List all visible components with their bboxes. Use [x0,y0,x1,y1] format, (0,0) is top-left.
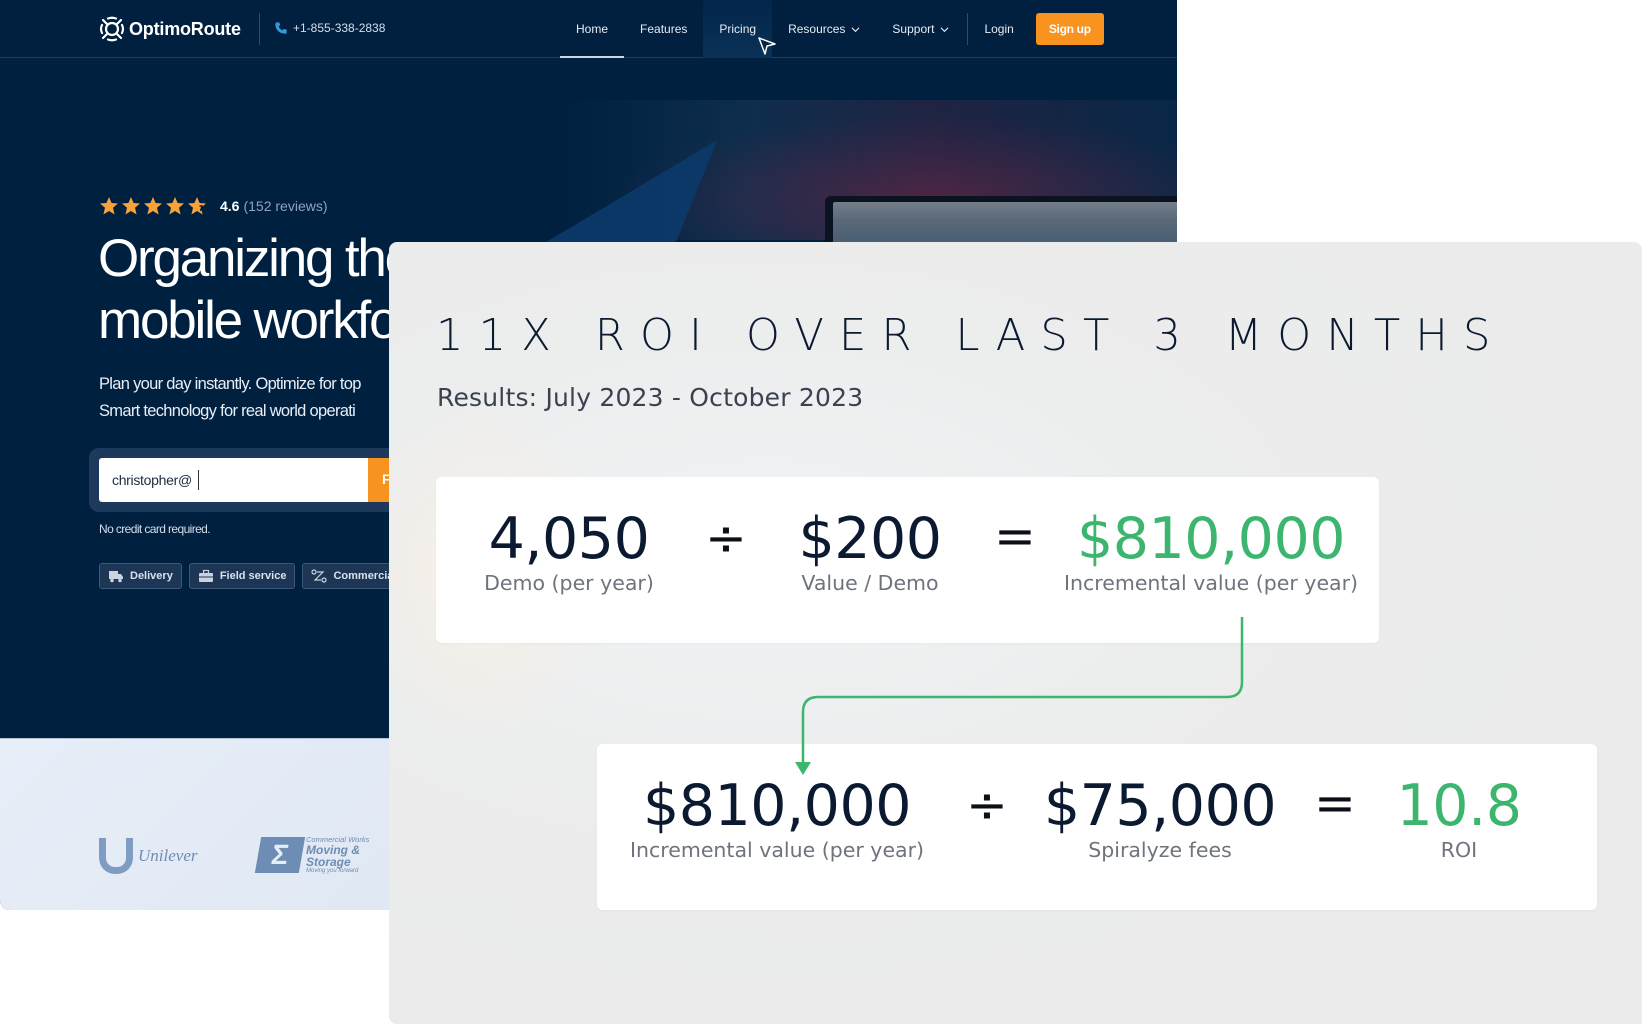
hero-headline: Organizing the mobile workfo [98,228,414,352]
commercial-works-logo: Σ Commercial Works Moving & Storage Movi… [254,836,369,874]
fees-value: $75,000 [1043,773,1277,839]
equation-box-roi: $810,000 Incremental value (per year) ÷ … [597,744,1597,910]
star-half-icon [188,197,206,215]
unilever-logo: Unilever [99,838,197,874]
nav-pricing-label: Pricing [719,22,757,36]
roi-card: 11X ROI OVER LAST 3 MONTHS Results: July… [389,242,1642,1024]
nav-home[interactable]: Home [560,0,625,58]
login-label: Login [984,22,1014,36]
chip-commercial-label: Commercial [333,570,397,582]
phone-number: +1-855-338-2838 [293,21,386,35]
nav-features-label: Features [640,22,688,36]
briefcase-icon [198,569,213,582]
chevron-down-icon [851,26,860,32]
equals-icon: = [994,507,1036,565]
cw-line1: Moving & [306,842,360,857]
star-icon [166,197,184,215]
no-credit-card-note: No credit card required. [99,522,211,536]
rating-summary: 4.6 (152 reviews) [220,198,328,214]
incremental-value-label: Incremental value (per year) [1063,571,1359,595]
text-caret [198,470,199,490]
top-navbar: OptimoRoute +1-855-338-2838 Home Feature… [0,0,1177,58]
review-count: (152 reviews) [243,198,328,214]
value-per-demo-label: Value / Demo [801,571,939,595]
rating-score: 4.6 [220,198,240,214]
signup-button[interactable]: Sign up [1035,13,1104,45]
chip-delivery[interactable]: Delivery [99,563,182,589]
demos-label: Demo (per year) [484,571,654,595]
brand-logo[interactable]: OptimoRoute [99,16,241,42]
nav-support[interactable]: Support [876,0,965,58]
roi-label: ROI [1440,838,1478,862]
fees-label: Spiralyze fees [1088,838,1232,862]
chip-field-service-label: Field service [219,570,287,582]
incremental-value-result: $810,000 [1077,506,1345,572]
term-roi: 10.8 ROI [1397,776,1522,862]
incremental-value-input-label: Incremental value (per year) [629,838,925,862]
cw-tagline: Moving you forward [306,867,359,874]
chip-delivery-label: Delivery [130,570,173,582]
laptop-screen [833,202,1177,246]
star-icon [122,197,140,215]
email-input[interactable] [99,458,369,502]
star-rating [99,196,207,216]
equals-icon: = [1314,774,1356,832]
star-icon [144,197,162,215]
brand-name: OptimoRoute [129,18,241,39]
equation-box-incremental-value: 4,050 Demo (per year) ÷ $200 Value / Dem… [436,477,1379,643]
chip-field-service[interactable]: Field service [188,563,296,589]
optimoroute-logo-icon [99,16,125,42]
nav-resources-label: Resources [788,22,846,36]
divide-icon: ÷ [705,509,747,567]
term-fees: $75,000 Spiralyze fees [1043,773,1277,862]
roi-subtitle: Results: July 2023 - October 2023 [437,383,864,412]
laptop-image [825,196,1177,246]
phone-link[interactable]: +1-855-338-2838 [274,21,385,35]
commercial-works-wordmark: Commercial Works Moving & Storage Moving… [306,836,369,874]
value-per-demo-value: $200 [798,506,942,572]
term-incremental-value: $810,000 Incremental value (per year) [1064,509,1358,595]
mouse-cursor-icon [758,37,776,55]
cw-line2: Storage [306,854,351,869]
hero-subcopy: Plan your day instantly. Optimize for to… [99,371,361,425]
nav-resources[interactable]: Resources [772,0,876,58]
route-icon [311,569,328,583]
unilever-u-icon [99,838,133,874]
roi-title: 11X ROI OVER LAST 3 MONTHS [436,310,1506,361]
main-menu: Home Features Pricing Resources Support … [560,0,1104,58]
nav-features[interactable]: Features [624,0,703,58]
demos-value: 4,050 [488,506,650,572]
term-demos: 4,050 Demo (per year) [484,509,654,595]
hero-subcopy-line1: Plan your day instantly. Optimize for to… [99,375,361,393]
incremental-value-input: $810,000 [643,773,911,839]
term-incremental-value-input: $810,000 Incremental value (per year) [630,776,924,862]
login-link[interactable]: Login [968,0,1029,58]
hero-headline-line1: Organizing the [98,229,414,288]
chevron-down-icon [940,26,949,32]
truck-icon [109,571,123,583]
roi-result: 10.8 [1396,773,1522,839]
hero-headline-line2: mobile workfo [98,291,399,350]
unilever-wordmark: Unilever [138,846,198,865]
phone-icon [275,22,287,34]
term-value-per-demo: $200 Value / Demo [798,506,942,595]
divide-icon: ÷ [966,776,1008,834]
nav-divider [259,13,260,45]
nav-support-label: Support [892,22,935,36]
hero-subcopy-line2: Smart technology for real world operati [99,402,356,420]
star-icon [100,197,118,215]
industry-chips: Delivery Field service Commercial [99,563,406,589]
nav-home-label: Home [576,22,609,36]
commercial-works-mark-icon: Σ [254,836,306,873]
